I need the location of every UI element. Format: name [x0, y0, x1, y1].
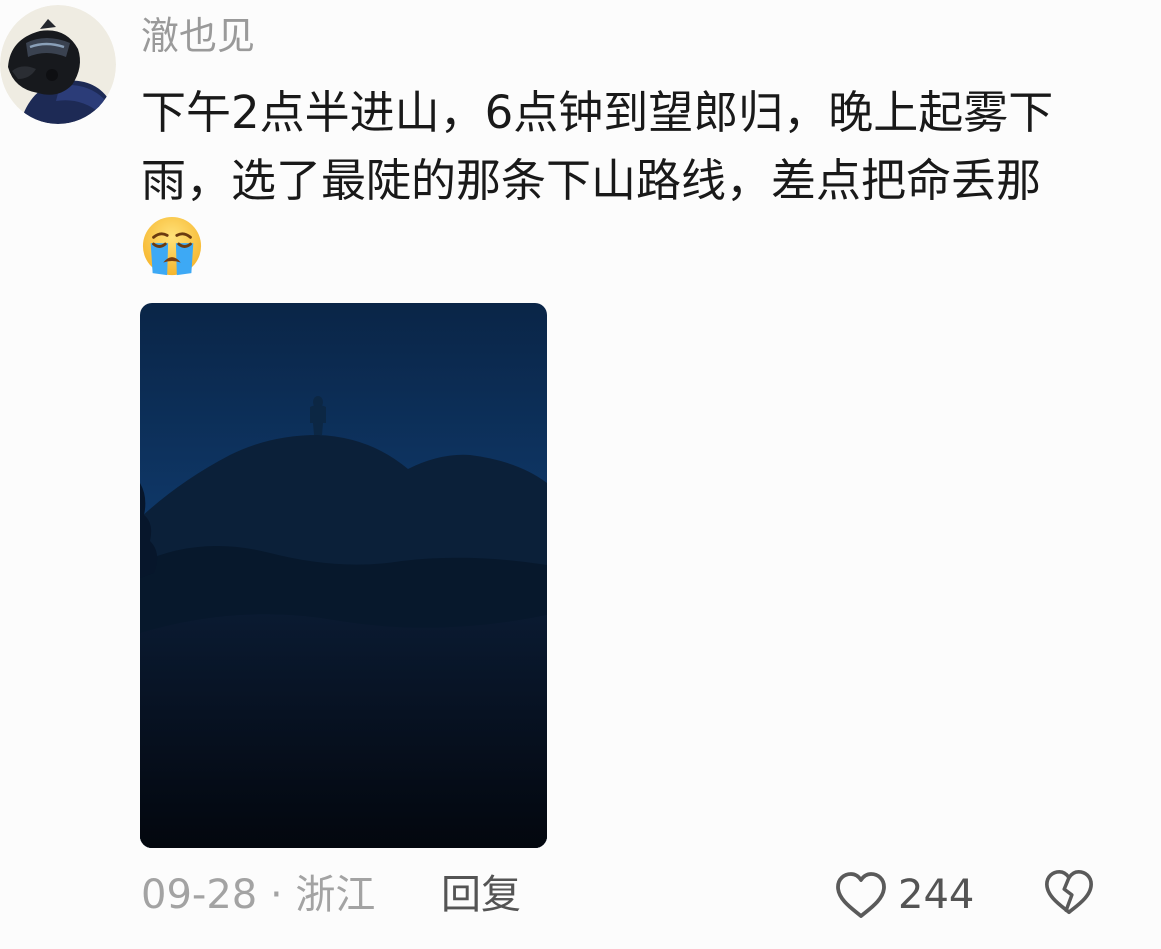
like-button[interactable]: 244: [834, 864, 974, 926]
heart-outline-icon: [836, 872, 886, 918]
reply-button[interactable]: 回复: [441, 864, 521, 926]
meta-separator: ·: [269, 872, 283, 918]
like-count: 244: [898, 872, 975, 918]
loudly-crying-face-icon: [142, 216, 202, 276]
comment-text: 下午2点半进山，6点钟到望郎归，晚上起雾下雨，选了最陡的那条下山路线，差点把命丢…: [141, 86, 1054, 207]
broken-heart-icon: [1045, 869, 1093, 915]
user-avatar[interactable]: [0, 5, 116, 124]
comment-date: 09-28: [141, 872, 258, 918]
comment-meta: 09-28 · 浙江: [141, 864, 375, 926]
mountain-night-image: [140, 303, 547, 848]
username[interactable]: 澈也见: [141, 10, 255, 62]
comment-item: 澈也见 下午2点半进山，6点钟到望郎归，晚上起雾下雨，选了最陡的那条下山路线，差…: [0, 0, 1161, 949]
comment-location: 浙江: [295, 872, 376, 918]
avatar-helmet-image: [0, 5, 116, 124]
comment-footer: 09-28 · 浙江 回复 244: [141, 864, 1111, 926]
dislike-button[interactable]: [1043, 867, 1095, 919]
comment-photo[interactable]: [140, 303, 547, 848]
comment-text-block: 下午2点半进山，6点钟到望郎归，晚上起雾下雨，选了最陡的那条下山路线，差点把命丢…: [141, 79, 1101, 285]
